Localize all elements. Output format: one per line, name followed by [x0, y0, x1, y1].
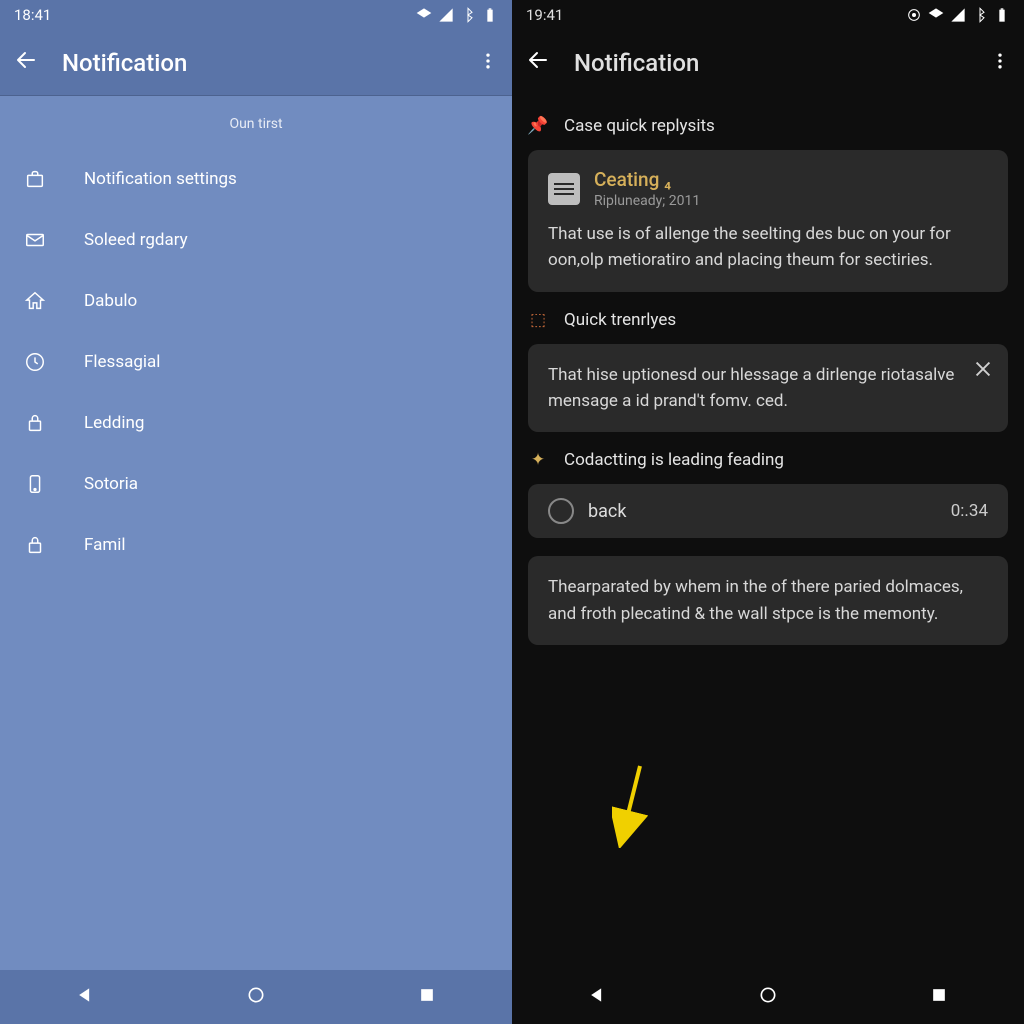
nav-back[interactable]: [587, 985, 607, 1009]
play-icon[interactable]: [548, 498, 574, 524]
section-title: Quick trenrlyes: [564, 310, 676, 330]
menu-label: Notification settings: [84, 169, 237, 189]
menu-item-notification-settings[interactable]: Notification settings: [0, 148, 512, 209]
signal-icon: [438, 7, 454, 23]
notification-card[interactable]: Ceating ₄ Ripluneady; 2011 That use is o…: [528, 150, 1008, 292]
light-pane: 18:41 Notification Oun tirst Notificatio…: [0, 0, 512, 1024]
status-time: 19:41: [526, 6, 563, 24]
arrow-back-icon: [526, 48, 550, 72]
card-title: Ceating ₄: [594, 168, 700, 191]
status-bar: 18:41: [0, 0, 512, 30]
battery-icon: [994, 7, 1010, 23]
back-button[interactable]: [526, 48, 550, 78]
circle-home-icon: [758, 985, 778, 1005]
notification-card[interactable]: Thearparated by whem in the of there par…: [528, 556, 1008, 645]
bluetooth-icon: [460, 7, 476, 23]
status-bar: 19:41: [512, 0, 1024, 30]
content-area: 📌 Case quick replysits Ceating ₄ Riplune…: [512, 96, 1024, 970]
close-button[interactable]: [972, 358, 994, 384]
circle-home-icon: [246, 985, 266, 1005]
menu-list: Notification settings Soleed rgdary Dabu…: [0, 148, 512, 575]
menu-item-dabulo[interactable]: Dabulo: [0, 270, 512, 331]
signal-icon: [950, 7, 966, 23]
clock-icon: [24, 351, 46, 373]
notification-card[interactable]: That hise uptionesd our hlessage a dirle…: [528, 344, 1008, 433]
audio-label: back: [588, 501, 937, 522]
back-button[interactable]: [14, 48, 38, 78]
card-subtitle: Ripluneady; 2011: [594, 193, 700, 209]
pin2-icon: ⬚: [528, 310, 548, 330]
section-title: Case quick replysits: [564, 116, 715, 136]
close-icon: [972, 358, 994, 380]
menu-item-flessagial[interactable]: Flessagial: [0, 331, 512, 392]
wifi-icon: [928, 7, 944, 23]
more-vert-icon: [990, 51, 1010, 71]
app-bar: Notification: [512, 30, 1024, 96]
doc-icon: [548, 173, 580, 205]
nav-bar: [0, 970, 512, 1024]
nav-back[interactable]: [75, 985, 95, 1009]
wifi-icon: [416, 7, 432, 23]
audio-card[interactable]: back 0:.34: [528, 484, 1008, 538]
menu-label: Flessagial: [84, 352, 160, 372]
triangle-back-icon: [75, 985, 95, 1005]
arrow-back-icon: [14, 48, 38, 72]
square-recent-icon: [929, 985, 949, 1005]
nav-home[interactable]: [246, 985, 266, 1009]
triangle-back-icon: [587, 985, 607, 1005]
section-header: ✦ Codactting is leading feading: [528, 450, 1008, 470]
more-vert-icon: [478, 51, 498, 71]
more-button[interactable]: [990, 49, 1010, 77]
menu-label: Soleed rgdary: [84, 230, 188, 250]
page-title: Notification: [62, 49, 478, 77]
nav-bar: [512, 970, 1024, 1024]
status-icons: [416, 7, 498, 23]
audio-time: 0:.34: [951, 501, 988, 521]
star-icon: ✦: [528, 450, 548, 470]
battery-icon: [482, 7, 498, 23]
menu-item-sotoria[interactable]: Sotoria: [0, 453, 512, 514]
card-body: Thearparated by whem in the of there par…: [548, 574, 988, 627]
more-button[interactable]: [478, 49, 498, 77]
card-body: That use is of allenge the seelting des …: [548, 221, 988, 274]
menu-item-ledding[interactable]: Ledding: [0, 392, 512, 453]
status-icons: [906, 7, 1010, 23]
mail-icon: [24, 229, 46, 251]
page-title: Notification: [574, 49, 990, 77]
menu-label: Dabulo: [84, 291, 137, 311]
dark-pane: 19:41 Notification 📌 Case quick replysit…: [512, 0, 1024, 1024]
menu-label: Sotoria: [84, 474, 138, 494]
app-bar: Notification: [0, 30, 512, 96]
menu-label: Ledding: [84, 413, 144, 433]
home-icon: [24, 290, 46, 312]
lock2-icon: [24, 534, 46, 556]
nav-home[interactable]: [758, 985, 778, 1009]
section-header: ⬚ Quick trenrlyes: [528, 310, 1008, 330]
card-body: That hise uptionesd our hlessage a dirle…: [548, 362, 988, 415]
briefcase-icon: [24, 168, 46, 190]
nav-recent[interactable]: [417, 985, 437, 1009]
status-time: 18:41: [14, 6, 51, 24]
nav-recent[interactable]: [929, 985, 949, 1009]
square-recent-icon: [417, 985, 437, 1005]
menu-label: Famil: [84, 535, 126, 555]
lock-icon: [24, 412, 46, 434]
bluetooth-icon: [972, 7, 988, 23]
menu-item-famil[interactable]: Famil: [0, 514, 512, 575]
target-icon: [906, 7, 922, 23]
phone-icon: [24, 473, 46, 495]
pin-icon: 📌: [528, 116, 548, 136]
card-header: Ceating ₄ Ripluneady; 2011: [548, 168, 988, 209]
subtitle: Oun tirst: [0, 96, 512, 148]
section-header: 📌 Case quick replysits: [528, 116, 1008, 136]
section-title: Codactting is leading feading: [564, 450, 784, 470]
menu-item-soleed[interactable]: Soleed rgdary: [0, 209, 512, 270]
